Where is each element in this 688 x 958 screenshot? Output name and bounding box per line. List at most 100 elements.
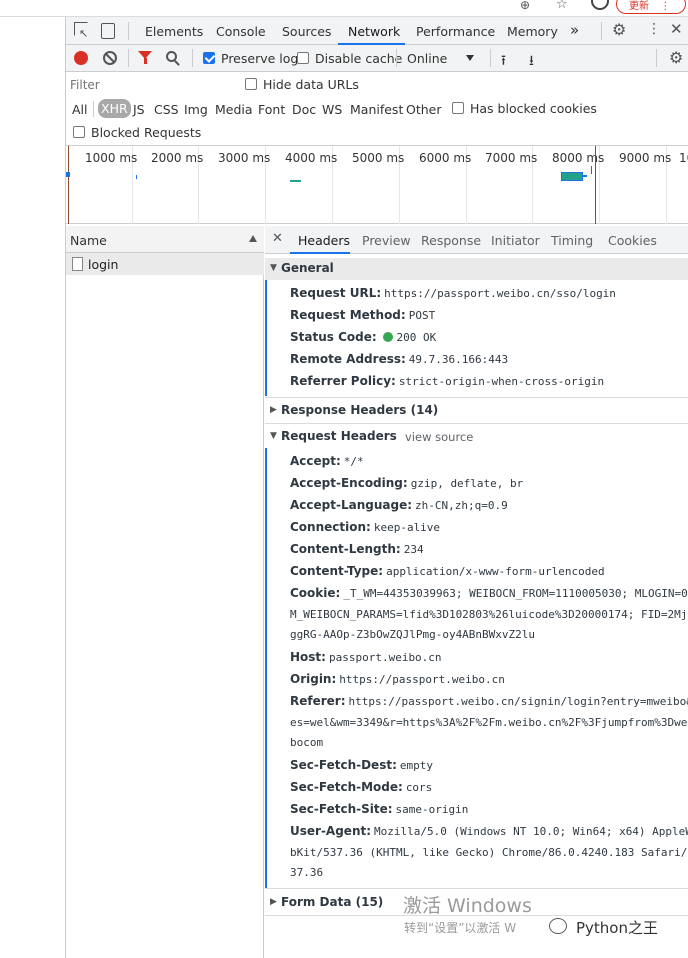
tab-headers[interactable]: Headers <box>298 233 350 248</box>
filter-type-img[interactable]: Img <box>184 102 208 117</box>
header-key: Content-Length: <box>290 542 401 556</box>
request-row[interactable]: login <box>66 253 264 275</box>
host-row: Host: passport.weibo.cn <box>290 650 442 666</box>
header-key: Referrer Policy: <box>290 374 396 388</box>
general-section-header[interactable]: ▼ General <box>265 258 688 280</box>
header-key: Request URL: <box>290 286 382 300</box>
tab-cookies[interactable]: Cookies <box>608 233 657 248</box>
collapsed-triangle-icon: ▶ <box>270 897 277 907</box>
filter-type-media[interactable]: Media <box>215 102 253 117</box>
timeline-label: 7000 ms <box>485 151 538 165</box>
referrer-policy-row: Referrer Policy: strict-origin-when-cross… <box>290 374 604 390</box>
general-title: General <box>281 261 334 275</box>
record-icon[interactable] <box>74 51 88 65</box>
throttle-select[interactable]: Online <box>407 51 447 66</box>
timeline-label: 3000 ms <box>218 151 271 165</box>
bookmark-star-icon[interactable]: ☆ <box>556 0 568 12</box>
header-value: https://passport.weibo.cn/signin/login?e… <box>348 695 688 708</box>
referer-row: Referer: https://passport.weibo.cn/signin… <box>290 694 688 710</box>
toolbar-divider <box>396 49 397 67</box>
disable-cache-checkbox[interactable] <box>297 52 309 64</box>
header-key: Content-Type: <box>290 564 384 578</box>
tab-timing[interactable]: Timing <box>551 233 593 248</box>
activate-windows-subtitle: 转到“设置”以激活 W <box>404 921 517 935</box>
activate-windows-title: 激活 Windows <box>403 895 532 917</box>
filter-type-xhr[interactable]: XHR <box>98 99 131 118</box>
filter-input[interactable] <box>70 76 232 94</box>
tab-initiator[interactable]: Initiator <box>491 233 540 248</box>
extension-icon[interactable]: ⊕ <box>520 0 530 12</box>
blocked-requests-label: Blocked Requests <box>91 125 202 140</box>
browser-top-strip: ⊕ ☆ 更新 ⋮ <box>0 0 688 17</box>
toolbar-divider <box>490 49 491 67</box>
header-value: 200 OK <box>396 331 437 344</box>
filter-funnel-stem <box>144 58 147 64</box>
has-blocked-cookies-checkbox[interactable] <box>452 102 464 114</box>
tab-memory[interactable]: Memory <box>507 24 558 39</box>
toolbar-divider <box>192 49 193 67</box>
filter-type-all[interactable]: All <box>72 102 88 117</box>
expanded-triangle-icon: ▼ <box>270 431 277 441</box>
section-divider <box>265 888 688 889</box>
tab-preview[interactable]: Preview <box>362 233 411 248</box>
has-blocked-cookies-label: Has blocked cookies <box>470 101 597 116</box>
sec-fetch-dest-row: Sec-Fetch-Dest: empty <box>290 758 433 774</box>
name-column-header[interactable]: Name <box>66 226 264 253</box>
more-tabs-icon[interactable]: » <box>570 21 579 39</box>
toolbar-divider <box>128 49 129 67</box>
settings-gear-icon[interactable]: ⚙ <box>612 20 626 39</box>
header-key: Sec-Fetch-Site: <box>290 802 393 816</box>
tab-elements[interactable]: Elements <box>145 24 203 39</box>
tab-response[interactable]: Response <box>421 233 481 248</box>
section-divider <box>265 423 688 424</box>
header-key: Request Method: <box>290 308 406 322</box>
tab-performance[interactable]: Performance <box>416 24 495 39</box>
header-value: strict-origin-when-cross-origin <box>398 375 605 388</box>
hide-data-urls-checkbox[interactable] <box>245 78 257 90</box>
tab-console[interactable]: Console <box>216 24 266 39</box>
preserve-log-checkbox[interactable] <box>203 52 215 64</box>
filter-type-other[interactable]: Other <box>406 102 442 117</box>
filter-type-ws[interactable]: WS <box>322 102 342 117</box>
view-source-link[interactable]: view source <box>405 430 473 444</box>
filter-type-css[interactable]: CSS <box>154 102 179 117</box>
response-headers-section-header[interactable]: ▶ Response Headers (14) <box>265 400 688 422</box>
filter-type-font[interactable]: Font <box>258 102 285 117</box>
header-key: Accept: <box>290 454 341 468</box>
filter-type-js[interactable]: JS <box>133 102 145 117</box>
tab-sources[interactable]: Sources <box>282 24 331 39</box>
focus-bar <box>265 280 267 396</box>
header-key: Host: <box>290 650 326 664</box>
blocked-requests-checkbox[interactable] <box>73 126 85 138</box>
filter-type-doc[interactable]: Doc <box>292 102 316 117</box>
header-value: cors <box>405 781 433 794</box>
header-value: passport.weibo.cn <box>328 651 442 664</box>
tab-network[interactable]: Network <box>348 24 400 39</box>
request-headers-section-header[interactable]: ▼ Request Headers view source <box>265 426 688 448</box>
cookie-continuation: ggRG-AAOp-Z3bOwZQJlPmg-oy4ABnBWxvZ2lu <box>290 628 536 641</box>
update-button[interactable]: 更新 ⋮ <box>616 0 686 14</box>
profile-avatar-icon[interactable] <box>591 0 609 10</box>
sec-fetch-mode-row: Sec-Fetch-Mode: cors <box>290 780 432 796</box>
clear-icon[interactable] <box>103 51 117 65</box>
clear-slash <box>105 53 115 63</box>
request-url-row: Request URL: https://passport.weibo.cn/ss… <box>290 286 616 302</box>
chevron-down-icon[interactable] <box>466 55 474 61</box>
kebab-menu-icon[interactable]: ⋮ <box>647 21 661 37</box>
header-key: Cookie: <box>290 586 341 600</box>
close-devtools-icon[interactable]: ✕ <box>670 20 683 38</box>
referer-continuation: bocom <box>290 736 324 749</box>
device-toolbar-icon[interactable] <box>101 23 115 39</box>
sec-fetch-site-row: Sec-Fetch-Site: same-origin <box>290 802 468 818</box>
origin-row: Origin: https://passport.weibo.cn <box>290 672 505 688</box>
import-har-icon[interactable]: ⭱ <box>501 50 506 74</box>
sort-ascending-icon[interactable] <box>249 235 257 242</box>
header-value: */* <box>343 455 364 468</box>
watermark-text: Python之王 <box>576 919 658 937</box>
close-detail-icon[interactable]: ✕ <box>272 231 283 246</box>
export-har-icon[interactable]: ⭳ <box>529 50 534 74</box>
filter-type-manifest[interactable]: Manifest <box>350 102 403 117</box>
document-icon <box>72 257 83 271</box>
header-key: Accept-Encoding: <box>290 476 408 490</box>
network-settings-gear-icon[interactable]: ⚙ <box>669 48 683 67</box>
